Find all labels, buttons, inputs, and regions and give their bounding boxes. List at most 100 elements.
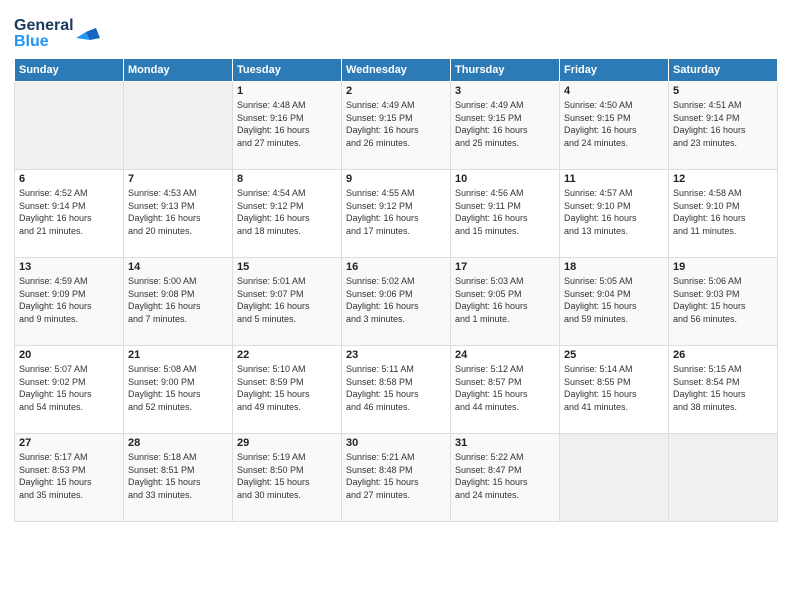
day-detail: Sunrise: 5:08 AM Sunset: 9:00 PM Dayligh… (128, 363, 228, 413)
day-detail: Sunrise: 5:15 AM Sunset: 8:54 PM Dayligh… (673, 363, 773, 413)
calendar-week-row: 13 Sunrise: 4:59 AM Sunset: 9:09 PM Dayli… (15, 258, 778, 346)
day-number: 30 (346, 437, 446, 449)
calendar-cell: 11 Sunrise: 4:57 AM Sunset: 9:10 PM Dayli… (560, 170, 669, 258)
day-number: 7 (128, 173, 228, 185)
calendar-cell: 4 Sunrise: 4:50 AM Sunset: 9:15 PM Daylig… (560, 82, 669, 170)
calendar-cell: 27 Sunrise: 5:17 AM Sunset: 8:53 PM Dayli… (15, 434, 124, 522)
day-detail: Sunrise: 4:49 AM Sunset: 9:15 PM Dayligh… (346, 99, 446, 149)
day-number: 13 (19, 261, 119, 273)
calendar-cell: 14 Sunrise: 5:00 AM Sunset: 9:08 PM Dayli… (124, 258, 233, 346)
day-number: 5 (673, 85, 773, 97)
day-detail: Sunrise: 5:00 AM Sunset: 9:08 PM Dayligh… (128, 275, 228, 325)
calendar-cell (15, 82, 124, 170)
day-number: 19 (673, 261, 773, 273)
calendar-week-row: 20 Sunrise: 5:07 AM Sunset: 9:02 PM Dayli… (15, 346, 778, 434)
day-number: 24 (455, 349, 555, 361)
calendar-cell (669, 434, 778, 522)
day-number: 15 (237, 261, 337, 273)
svg-text:Blue: Blue (14, 33, 49, 50)
calendar-cell: 3 Sunrise: 4:49 AM Sunset: 9:15 PM Daylig… (451, 82, 560, 170)
calendar-cell: 9 Sunrise: 4:55 AM Sunset: 9:12 PM Daylig… (342, 170, 451, 258)
day-number: 29 (237, 437, 337, 449)
calendar-table: SundayMondayTuesdayWednesdayThursdayFrid… (14, 58, 778, 522)
weekday-header-thursday: Thursday (451, 59, 560, 82)
calendar-cell: 25 Sunrise: 5:14 AM Sunset: 8:55 PM Dayli… (560, 346, 669, 434)
calendar-cell (124, 82, 233, 170)
calendar-cell: 28Sunrise: 5:18 AM Sunset: 8:51 PM Dayli… (124, 434, 233, 522)
day-number: 4 (564, 85, 664, 97)
calendar-cell: 1 Sunrise: 4:48 AM Sunset: 9:16 PM Daylig… (233, 82, 342, 170)
day-detail: Sunrise: 5:14 AM Sunset: 8:55 PM Dayligh… (564, 363, 664, 413)
day-detail: Sunrise: 4:57 AM Sunset: 9:10 PM Dayligh… (564, 187, 664, 237)
day-detail: Sunrise: 5:12 AM Sunset: 8:57 PM Dayligh… (455, 363, 555, 413)
day-number: 20 (19, 349, 119, 361)
day-detail: Sunrise: 5:06 AM Sunset: 9:03 PM Dayligh… (673, 275, 773, 325)
calendar-cell: 7 Sunrise: 4:53 AM Sunset: 9:13 PM Daylig… (124, 170, 233, 258)
day-detail: Sunrise: 4:52 AM Sunset: 9:14 PM Dayligh… (19, 187, 119, 237)
calendar-cell: 24 Sunrise: 5:12 AM Sunset: 8:57 PM Dayli… (451, 346, 560, 434)
day-number: 2 (346, 85, 446, 97)
day-number: 22 (237, 349, 337, 361)
day-detail: Sunrise: 4:55 AM Sunset: 9:12 PM Dayligh… (346, 187, 446, 237)
day-detail: Sunrise: 4:58 AM Sunset: 9:10 PM Dayligh… (673, 187, 773, 237)
day-number: 16 (346, 261, 446, 273)
day-detail: Sunrise: 5:11 AM Sunset: 8:58 PM Dayligh… (346, 363, 446, 413)
calendar-cell: 8 Sunrise: 4:54 AM Sunset: 9:12 PM Daylig… (233, 170, 342, 258)
calendar-cell: 21 Sunrise: 5:08 AM Sunset: 9:00 PM Dayli… (124, 346, 233, 434)
calendar-cell: 30 Sunrise: 5:21 AM Sunset: 8:48 PM Dayli… (342, 434, 451, 522)
day-detail: Sunrise: 5:17 AM Sunset: 8:53 PM Dayligh… (19, 451, 119, 501)
day-number: 10 (455, 173, 555, 185)
weekday-header-row: SundayMondayTuesdayWednesdayThursdayFrid… (15, 59, 778, 82)
calendar-week-row: 27 Sunrise: 5:17 AM Sunset: 8:53 PM Dayli… (15, 434, 778, 522)
calendar-cell: 20 Sunrise: 5:07 AM Sunset: 9:02 PM Dayli… (15, 346, 124, 434)
calendar-cell: 6 Sunrise: 4:52 AM Sunset: 9:14 PM Daylig… (15, 170, 124, 258)
day-detail: Sunrise: 5:19 AM Sunset: 8:50 PM Dayligh… (237, 451, 337, 501)
page-header: General Blue (14, 10, 778, 50)
day-number: 8 (237, 173, 337, 185)
calendar-cell: 31Sunrise: 5:22 AM Sunset: 8:47 PM Dayli… (451, 434, 560, 522)
day-number: 3 (455, 85, 555, 97)
day-detail: Sunrise: 4:53 AM Sunset: 9:13 PM Dayligh… (128, 187, 228, 237)
day-number: 21 (128, 349, 228, 361)
calendar-week-row: 1 Sunrise: 4:48 AM Sunset: 9:16 PM Daylig… (15, 82, 778, 170)
calendar-cell: 18 Sunrise: 5:05 AM Sunset: 9:04 PM Dayli… (560, 258, 669, 346)
weekday-header-saturday: Saturday (669, 59, 778, 82)
day-number: 25 (564, 349, 664, 361)
calendar-cell: 13 Sunrise: 4:59 AM Sunset: 9:09 PM Dayli… (15, 258, 124, 346)
weekday-header-tuesday: Tuesday (233, 59, 342, 82)
day-detail: Sunrise: 5:01 AM Sunset: 9:07 PM Dayligh… (237, 275, 337, 325)
calendar-cell: 5 Sunrise: 4:51 AM Sunset: 9:14 PM Daylig… (669, 82, 778, 170)
calendar-cell: 12 Sunrise: 4:58 AM Sunset: 9:10 PM Dayli… (669, 170, 778, 258)
calendar-cell: 16 Sunrise: 5:02 AM Sunset: 9:06 PM Dayli… (342, 258, 451, 346)
calendar-cell: 29 Sunrise: 5:19 AM Sunset: 8:50 PM Dayli… (233, 434, 342, 522)
day-number: 1 (237, 85, 337, 97)
calendar-cell: 19 Sunrise: 5:06 AM Sunset: 9:03 PM Dayli… (669, 258, 778, 346)
day-number: 9 (346, 173, 446, 185)
day-number: 18 (564, 261, 664, 273)
page-container: General Blue SundayMondayTuesdayWednesda… (0, 0, 792, 532)
day-number: 6 (19, 173, 119, 185)
day-number: 14 (128, 261, 228, 273)
calendar-cell: 22Sunrise: 5:10 AM Sunset: 8:59 PM Dayli… (233, 346, 342, 434)
logo: General Blue (14, 10, 104, 50)
day-detail: Sunrise: 4:49 AM Sunset: 9:15 PM Dayligh… (455, 99, 555, 149)
day-number: 17 (455, 261, 555, 273)
day-detail: Sunrise: 4:56 AM Sunset: 9:11 PM Dayligh… (455, 187, 555, 237)
calendar-cell: 2 Sunrise: 4:49 AM Sunset: 9:15 PM Daylig… (342, 82, 451, 170)
weekday-header-sunday: Sunday (15, 59, 124, 82)
day-detail: Sunrise: 4:54 AM Sunset: 9:12 PM Dayligh… (237, 187, 337, 237)
day-detail: Sunrise: 4:50 AM Sunset: 9:15 PM Dayligh… (564, 99, 664, 149)
day-detail: Sunrise: 5:21 AM Sunset: 8:48 PM Dayligh… (346, 451, 446, 501)
day-number: 11 (564, 173, 664, 185)
day-detail: Sunrise: 5:02 AM Sunset: 9:06 PM Dayligh… (346, 275, 446, 325)
calendar-cell: 23Sunrise: 5:11 AM Sunset: 8:58 PM Dayli… (342, 346, 451, 434)
day-detail: Sunrise: 5:03 AM Sunset: 9:05 PM Dayligh… (455, 275, 555, 325)
day-detail: Sunrise: 5:22 AM Sunset: 8:47 PM Dayligh… (455, 451, 555, 501)
day-detail: Sunrise: 4:48 AM Sunset: 9:16 PM Dayligh… (237, 99, 337, 149)
day-detail: Sunrise: 4:59 AM Sunset: 9:09 PM Dayligh… (19, 275, 119, 325)
day-detail: Sunrise: 5:07 AM Sunset: 9:02 PM Dayligh… (19, 363, 119, 413)
day-number: 27 (19, 437, 119, 449)
day-detail: Sunrise: 4:51 AM Sunset: 9:14 PM Dayligh… (673, 99, 773, 149)
day-number: 12 (673, 173, 773, 185)
day-detail: Sunrise: 5:05 AM Sunset: 9:04 PM Dayligh… (564, 275, 664, 325)
